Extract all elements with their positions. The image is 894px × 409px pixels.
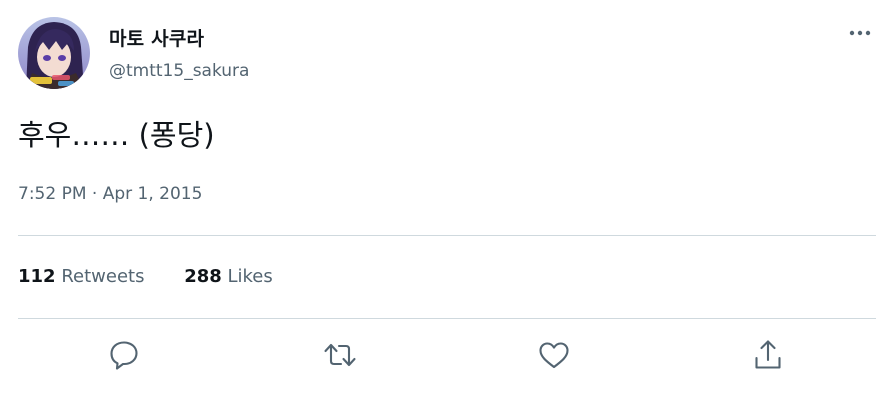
like-button[interactable] bbox=[536, 337, 572, 373]
likes-count: 288 bbox=[184, 266, 222, 287]
avatar[interactable] bbox=[18, 17, 90, 89]
retweets-count: 112 bbox=[18, 266, 56, 287]
reply-icon bbox=[110, 341, 138, 370]
engagement-stats: 112 Retweets 288 Likes bbox=[18, 266, 307, 287]
likes-stat[interactable]: 288 Likes bbox=[184, 266, 273, 287]
likes-label: Likes bbox=[227, 266, 273, 287]
share-icon bbox=[755, 340, 781, 369]
retweets-label: Retweets bbox=[61, 266, 145, 287]
retweet-button[interactable] bbox=[322, 337, 358, 373]
retweets-stat[interactable]: 112 Retweets bbox=[18, 266, 144, 287]
retweet-icon bbox=[324, 343, 356, 367]
divider bbox=[18, 235, 876, 236]
user-handle[interactable]: @tmtt15_sakura bbox=[109, 61, 249, 81]
tweet-text: 후우…… (퐁당) bbox=[18, 118, 215, 152]
avatar-image bbox=[18, 17, 90, 89]
more-icon bbox=[849, 30, 871, 36]
more-options-button[interactable] bbox=[846, 22, 876, 44]
reply-button[interactable] bbox=[106, 337, 142, 373]
tweet-timestamp[interactable]: 7:52 PM · Apr 1, 2015 bbox=[18, 184, 202, 204]
display-name[interactable]: 마토 사쿠라 bbox=[109, 24, 204, 51]
like-icon bbox=[539, 342, 569, 369]
share-button[interactable] bbox=[750, 337, 786, 373]
tweet-card: 마토 사쿠라 @tmtt15_sakura 후우…… (퐁당) 7:52 PM … bbox=[0, 0, 894, 409]
divider bbox=[18, 318, 876, 319]
